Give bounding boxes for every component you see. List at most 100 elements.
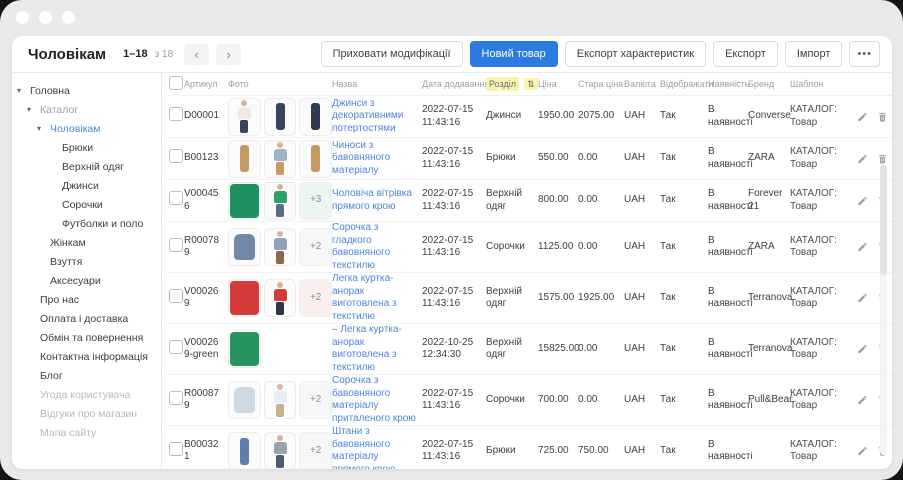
sidebar-item-14[interactable]: Контактна інформація <box>12 347 161 366</box>
sort-direction-icon[interactable]: ⇅ <box>523 77 538 90</box>
edit-button[interactable] <box>857 343 868 355</box>
column-header-sku[interactable]: Артикул <box>184 79 228 89</box>
sidebar-item-label: Сорочки <box>62 198 103 211</box>
product-photo[interactable] <box>263 139 297 178</box>
more-actions-button[interactable]: ••• <box>849 41 880 67</box>
row-checkbox[interactable] <box>169 237 183 252</box>
column-header-old_price[interactable]: Стара ціна <box>578 79 624 89</box>
export-button[interactable]: Експорт <box>713 41 778 67</box>
row-checkbox[interactable] <box>169 390 183 405</box>
sidebar-item-12[interactable]: Оплата і доставка <box>12 309 161 328</box>
product-photo[interactable] <box>228 181 261 220</box>
delete-button[interactable] <box>877 111 888 123</box>
edit-button[interactable] <box>857 111 868 123</box>
product-photo[interactable] <box>263 432 297 469</box>
garment-shape <box>239 437 249 465</box>
sidebar-item-17[interactable]: Відгуки про магазин <box>12 404 161 423</box>
product-photo[interactable] <box>263 228 297 266</box>
prev-page-button[interactable]: ‹ <box>184 43 210 65</box>
product-photo[interactable] <box>228 381 261 419</box>
scrollbar-thumb[interactable] <box>880 165 887 275</box>
column-header-availability[interactable]: Наявність <box>708 79 749 89</box>
more-photos-badge[interactable]: +2 <box>299 279 333 317</box>
import-button[interactable]: Імпорт <box>784 41 843 67</box>
column-header-brand[interactable]: Бренд <box>748 79 790 89</box>
sidebar-item-0[interactable]: ▾ Головна <box>12 81 161 100</box>
more-photos-badge[interactable]: +3 <box>299 181 333 220</box>
edit-button[interactable] <box>857 292 868 304</box>
model-figure <box>273 142 287 175</box>
window-control-dot[interactable] <box>16 11 29 24</box>
edit-button[interactable] <box>857 445 868 457</box>
product-photo[interactable] <box>228 139 261 178</box>
row-checkbox[interactable] <box>169 288 183 303</box>
product-photo[interactable] <box>228 228 261 266</box>
column-header-show[interactable]: Відображати <box>660 79 713 89</box>
product-name-link[interactable]: Чиноси з бавовняного матеріалу <box>332 140 422 178</box>
product-name-link[interactable]: Сорочка з гладкого бавовняного текстилю <box>332 222 422 272</box>
column-header-template[interactable]: Шаблон <box>790 79 854 89</box>
sidebar-item-7[interactable]: Футболки и поло <box>12 214 161 233</box>
hide-modifications-button[interactable]: Приховати модифікації <box>320 41 463 67</box>
sidebar-item-2[interactable]: ▾ Чоловікам <box>12 119 161 138</box>
product-name-link[interactable]: Легка куртка-анорак виготовлена з тексти… <box>332 273 422 323</box>
more-photos-badge[interactable]: +2 <box>299 432 333 469</box>
sidebar-item-1[interactable]: ▾ Каталог <box>12 100 161 119</box>
sidebar-item-6[interactable]: Сорочки <box>12 195 161 214</box>
window-control-dot[interactable] <box>39 11 52 24</box>
product-photo[interactable] <box>299 97 333 136</box>
next-page-button[interactable]: › <box>216 43 242 65</box>
product-photo[interactable] <box>228 432 261 469</box>
product-name-link[interactable]: – Легка куртка-анорак виготовлена з текс… <box>332 324 422 374</box>
row-checkbox[interactable] <box>169 191 183 206</box>
edit-button[interactable] <box>857 241 868 253</box>
edit-button[interactable] <box>857 394 868 406</box>
more-photos-badge[interactable]: +2 <box>299 381 333 419</box>
export-characteristics-button[interactable]: Експорт характеристик <box>564 41 707 67</box>
row-checkbox[interactable] <box>169 339 183 354</box>
edit-button[interactable] <box>857 153 868 165</box>
row-checkbox[interactable] <box>169 107 183 122</box>
sidebar-item-8[interactable]: Жінкам <box>12 233 161 252</box>
new-product-button[interactable]: Новий товар <box>469 41 558 67</box>
product-photo[interactable] <box>228 279 261 317</box>
sidebar-item-3[interactable]: Брюки <box>12 138 161 157</box>
product-photo[interactable] <box>263 381 297 419</box>
row-checkbox[interactable] <box>169 149 183 164</box>
model-legs <box>276 250 284 264</box>
model-figure <box>273 230 287 264</box>
sidebar-item-5[interactable]: Джинси <box>12 176 161 195</box>
sidebar-item-label: Відгуки про магазин <box>40 407 138 420</box>
product-photo[interactable] <box>228 330 261 368</box>
sidebar-item-10[interactable]: Аксесуари <box>12 271 161 290</box>
product-name-link[interactable]: Штани з бавовняного матеріалу прямого кр… <box>332 426 422 469</box>
product-photo[interactable] <box>263 279 297 317</box>
table-body: D00001 Джинси з декоративними потертостям… <box>166 96 892 469</box>
product-photo[interactable] <box>228 97 261 136</box>
garment-shape <box>229 281 259 315</box>
column-header-date[interactable]: Дата додавання <box>422 79 489 89</box>
sidebar-item-16[interactable]: Угода користувача <box>12 385 161 404</box>
product-photo[interactable] <box>299 139 333 178</box>
column-header-section[interactable]: Розділ ⇅ <box>486 76 538 91</box>
sidebar-item-18[interactable]: Мапа сайту <box>12 423 161 442</box>
product-name-link[interactable]: Джинси з декоративними потертостями <box>332 98 422 136</box>
sidebar-item-9[interactable]: Взуття <box>12 252 161 271</box>
sidebar-item-15[interactable]: Блог <box>12 366 161 385</box>
column-header-currency[interactable]: Валюта <box>624 79 660 89</box>
sidebar-item-13[interactable]: Обмін та повернення <box>12 328 161 347</box>
product-name-link[interactable]: Сорочка з бавовняного матеріалу притален… <box>332 375 422 425</box>
product-name-link[interactable]: Чоловіча вітрівка прямого крою <box>332 188 422 213</box>
select-all-checkbox[interactable] <box>169 76 183 90</box>
row-checkbox[interactable] <box>169 441 183 456</box>
product-photo[interactable] <box>263 97 297 136</box>
edit-button[interactable] <box>857 195 868 207</box>
sidebar-item-4[interactable]: Верхній одяг <box>12 157 161 176</box>
column-header-price[interactable]: Ціна <box>538 79 578 89</box>
sidebar-item-11[interactable]: Про нас <box>12 290 161 309</box>
product-photo[interactable] <box>263 181 297 220</box>
more-photos-badge[interactable]: +2 <box>299 228 333 266</box>
column-header-photos[interactable]: Фото <box>228 79 332 89</box>
column-header-name[interactable]: Назва <box>332 79 422 89</box>
window-control-dot[interactable] <box>62 11 75 24</box>
